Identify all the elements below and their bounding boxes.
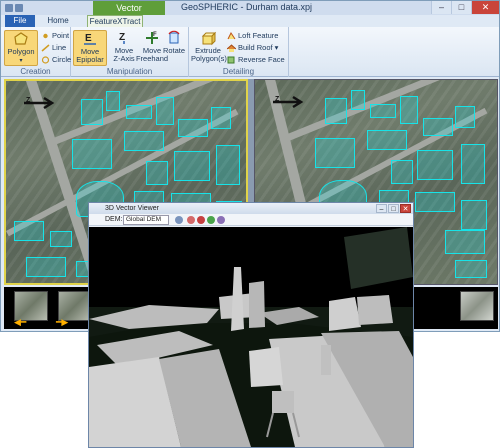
detailing-group-label: Detailing	[222, 67, 255, 76]
extrude-label-2: Polygon(s)	[191, 54, 227, 63]
close-button[interactable]: ✕	[471, 1, 499, 14]
creation-group: Polygon ▾ Point Line Circle Creation	[1, 27, 71, 77]
circle-button[interactable]: Circle	[41, 55, 71, 65]
extrude-icon	[201, 31, 216, 46]
rotate-button[interactable]: Rotate	[161, 30, 187, 66]
ribbon: Polygon ▾ Point Line Circle Creation E Mo…	[1, 27, 499, 77]
reverse-face-label: Reverse Face	[238, 55, 285, 64]
point-button[interactable]: Point	[41, 31, 69, 41]
point-label: Point	[52, 31, 70, 40]
3d-viewer-controls: – □ ✕	[375, 204, 411, 213]
settings-icon[interactable]	[217, 216, 225, 224]
circle-label: Circle	[52, 55, 72, 64]
thumbnail-overview[interactable]	[460, 291, 494, 321]
tab-home[interactable]: Home	[41, 15, 75, 27]
reverse-face-icon	[227, 56, 235, 64]
3d-minimize-button[interactable]: –	[376, 204, 387, 213]
line-button[interactable]: Line	[41, 43, 66, 53]
svg-text:Z: Z	[275, 96, 280, 103]
qat-dropdown-icon[interactable]	[15, 4, 23, 12]
build-roof-button[interactable]: Build Roof ▾	[227, 43, 278, 53]
3d-viewer-title: 3D Vector Viewer	[89, 203, 413, 214]
arrow-left-icon[interactable]: ◀━	[14, 317, 26, 328]
move-epipolar-label-2: Epipolar	[76, 55, 104, 64]
loft-feature-button[interactable]: Loft Feature	[227, 31, 278, 41]
point-icon	[43, 33, 48, 39]
svg-text:Z: Z	[26, 97, 31, 104]
north-arrow-icon: Z	[24, 96, 55, 110]
dem-label: DEM:	[105, 216, 123, 223]
3d-maximize-button[interactable]: □	[388, 204, 399, 213]
quick-access-toolbar[interactable]	[5, 3, 33, 13]
circle-icon	[41, 56, 50, 64]
3d-vector-viewer-window: 3D Vector Viewer – □ ✕ DEM: Global DEM	[88, 202, 414, 448]
build-roof-label: Build Roof ▾	[238, 43, 279, 52]
line-icon	[41, 44, 50, 52]
polygon-button[interactable]: Polygon ▾	[4, 30, 38, 66]
play-icon[interactable]	[207, 216, 215, 224]
maximize-button[interactable]: □	[451, 1, 471, 14]
window-title: GeoSPHERIC - Durham data.xpj	[181, 2, 313, 12]
arrow-right-icon[interactable]: ━▶	[56, 317, 68, 328]
move-z-label-2: Z-Axis	[113, 54, 135, 63]
app-root: Vector GeoSPHERIC - Durham data.xpj – □ …	[0, 0, 500, 448]
3d-scene[interactable]	[89, 227, 413, 447]
loft-label: Loft Feature	[238, 31, 279, 40]
dem-select[interactable]: Global DEM	[123, 215, 169, 225]
move-freehand-icon: F	[146, 32, 158, 44]
move-z-axis-icon: Z	[119, 32, 125, 44]
save-icon[interactable]	[5, 4, 13, 12]
ribbon-tabs: File Home FeatureXTract	[1, 15, 499, 27]
line-label: Line	[52, 43, 67, 52]
svg-text:F: F	[153, 32, 157, 38]
rotate-label: Rotate	[162, 46, 186, 55]
3d-viewer-toolbar: DEM: Global DEM	[89, 214, 413, 226]
vector-context-label: Vector	[93, 1, 165, 15]
extrude-polygons-button[interactable]: Extrude Polygon(s)	[191, 30, 227, 66]
manipulation-group-label: Manipulation	[106, 67, 153, 76]
svg-text:E: E	[85, 33, 92, 44]
north-arrow-icon-right: Z	[273, 95, 304, 109]
tab-featurextract[interactable]: FeatureXTract	[87, 15, 143, 27]
polygon-icon	[14, 32, 28, 45]
tab-file[interactable]: File	[5, 15, 35, 27]
color-icon[interactable]	[187, 216, 195, 224]
title-bar: Vector GeoSPHERIC - Durham data.xpj – □ …	[1, 1, 499, 15]
3d-close-button[interactable]: ✕	[400, 204, 411, 213]
polygon-label: Polygon	[7, 47, 35, 56]
detailing-group: Extrude Polygon(s) Loft Feature Build Roo…	[189, 27, 289, 77]
reverse-face-button[interactable]: Reverse Face	[227, 55, 285, 65]
move-epipolar-button[interactable]: E Move Epipolar	[73, 30, 107, 66]
creation-group-label: Creation	[20, 67, 51, 76]
loft-icon	[227, 32, 236, 40]
stop-icon[interactable]	[197, 216, 205, 224]
window-controls: – □ ✕	[431, 1, 499, 15]
zoom-icon[interactable]	[175, 216, 183, 224]
build-roof-icon	[227, 44, 236, 53]
minimize-button[interactable]: –	[431, 1, 451, 14]
rotate-icon	[168, 30, 180, 44]
manipulation-group: E Move Epipolar Z Move Z-Axis F Move Freeha…	[71, 27, 189, 77]
move-epipolar-icon: E	[84, 33, 96, 45]
